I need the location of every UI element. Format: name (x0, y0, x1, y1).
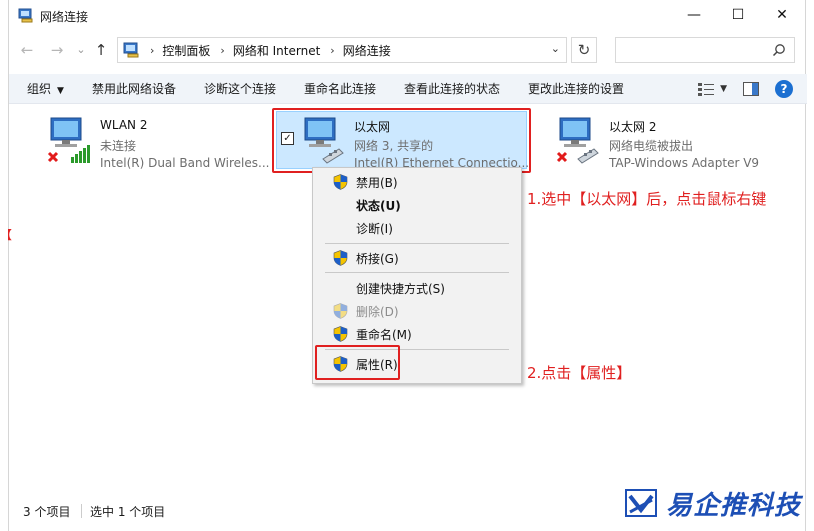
item-count: 3 个项目 (23, 505, 71, 519)
address-dropdown-icon[interactable]: ⌄ (551, 42, 560, 55)
annotation-left-fragment: 【 (0, 228, 13, 242)
maximize-button[interactable]: ☐ (716, 0, 760, 30)
status-divider (81, 504, 82, 518)
annotation-step1: 1.选中【以太网】后，点击鼠标右键 (527, 190, 767, 208)
view-options-icon[interactable] (698, 82, 715, 96)
menu-item-label: 禁用(B) (356, 175, 398, 190)
diagnose-connection-button[interactable]: 诊断这个连接 (190, 80, 290, 97)
adapter-status: 未连接 (100, 139, 137, 153)
view-status-button[interactable]: 查看此连接的状态 (390, 80, 514, 97)
uac-shield-icon (333, 326, 348, 342)
disable-device-button[interactable]: 禁用此网络设备 (78, 80, 190, 97)
network-computer-icon (47, 117, 90, 163)
view-dropdown-icon[interactable]: ▼ (720, 84, 727, 94)
adapter-wlan2[interactable]: WLAN 2 未连接 Intel(R) Dual Band Wireles... (45, 113, 275, 173)
adapter-status: 网络电缆被拔出 (609, 139, 694, 153)
network-computer-icon (556, 117, 599, 164)
selected-count: 选中 1 个项目 (90, 505, 166, 519)
annotation-step2: 2.点击【属性】 (527, 364, 632, 382)
help-icon[interactable]: ? (775, 80, 793, 98)
menu-separator (325, 272, 509, 273)
menu-item-label: 状态(U) (356, 198, 401, 213)
menu-item-label: 重命名(M) (356, 327, 412, 342)
control-panel-icon (123, 42, 139, 58)
menu-item-rename[interactable]: 重命名(M) (313, 323, 521, 345)
organize-label: 组织 (27, 82, 52, 96)
change-settings-button[interactable]: 更改此连接的设置 (514, 80, 638, 97)
network-folder-icon (18, 8, 33, 23)
menu-item-status[interactable]: 状态(U) (313, 194, 521, 216)
breadcrumb-separator: › (150, 43, 155, 57)
title-bar: 网络连接 — ☐ ✕ (9, 0, 805, 32)
breadcrumb-network-internet[interactable]: 网络和 Internet (233, 42, 320, 59)
menu-item-diagnose[interactable]: 诊断(I) (313, 217, 521, 239)
up-button[interactable]: ↑ (91, 40, 111, 60)
menu-item-label: 桥接(G) (356, 251, 399, 266)
adapter-device: Intel(R) Dual Band Wireles... (100, 156, 270, 170)
watermark-logo-icon (625, 489, 657, 517)
command-toolbar: 组织 ▼ 禁用此网络设备 诊断这个连接 重命名此连接 查看此连接的状态 更改此连接… (9, 74, 807, 104)
address-bar-row: ← → ⌄ ↑ › 控制面板 › 网络和 Internet › 网络连接 ⌄ ↻ (9, 35, 807, 65)
menu-separator (325, 243, 509, 244)
uac-shield-icon (333, 250, 348, 266)
breadcrumb-control-panel[interactable]: 控制面板 (162, 42, 210, 59)
refresh-button[interactable]: ↻ (571, 37, 597, 63)
adapter-ethernet2[interactable]: 以太网 2 网络电缆被拔出 TAP-Windows Adapter V9 (554, 113, 794, 173)
back-button[interactable]: ← (17, 40, 37, 60)
chevron-down-icon: ▼ (57, 86, 64, 96)
annotation-box-properties (315, 345, 400, 380)
menu-item-label: 删除(D) (356, 304, 399, 319)
adapter-name: WLAN 2 (100, 118, 148, 132)
uac-shield-icon (333, 174, 348, 190)
menu-item-create-shortcut[interactable]: 创建快捷方式(S) (313, 277, 521, 299)
adapter-device: TAP-Windows Adapter V9 (609, 156, 760, 170)
organize-menu[interactable]: 组织 ▼ (9, 80, 78, 97)
forward-button[interactable]: → (47, 40, 67, 60)
breadcrumb-separator: › (220, 43, 225, 57)
watermark-text: 易企推科技 (666, 490, 802, 521)
recent-locations-button[interactable]: ⌄ (71, 40, 91, 60)
search-icon (772, 44, 785, 57)
menu-item-label: 创建快捷方式(S) (356, 281, 445, 296)
uac-shield-icon (333, 303, 348, 319)
menu-item-bridge[interactable]: 桥接(G) (313, 247, 521, 269)
adapter-name: 以太网 2 (609, 120, 657, 134)
menu-item-label: 诊断(I) (356, 221, 393, 236)
menu-item-delete: 删除(D) (313, 300, 521, 322)
window-title: 网络连接 (40, 10, 89, 24)
annotation-box-ethernet (272, 108, 531, 173)
preview-pane-icon[interactable] (743, 82, 759, 96)
search-input[interactable] (615, 37, 795, 63)
breadcrumb-network-connections[interactable]: 网络连接 (343, 42, 391, 59)
rename-connection-button[interactable]: 重命名此连接 (290, 80, 390, 97)
close-button[interactable]: ✕ (760, 0, 804, 30)
minimize-button[interactable]: — (672, 0, 716, 30)
network-connections-window: 网络连接 — ☐ ✕ ← → ⌄ ↑ › 控制面板 › 网络和 Internet… (8, 0, 807, 531)
breadcrumb-separator: › (330, 43, 335, 57)
menu-item-disable[interactable]: 禁用(B) (313, 171, 521, 193)
address-bar[interactable]: › 控制面板 › 网络和 Internet › 网络连接 ⌄ (117, 37, 567, 63)
toolbar-right-group: ▼ ? (698, 74, 807, 104)
watermark: 易企推科技 (622, 482, 812, 524)
